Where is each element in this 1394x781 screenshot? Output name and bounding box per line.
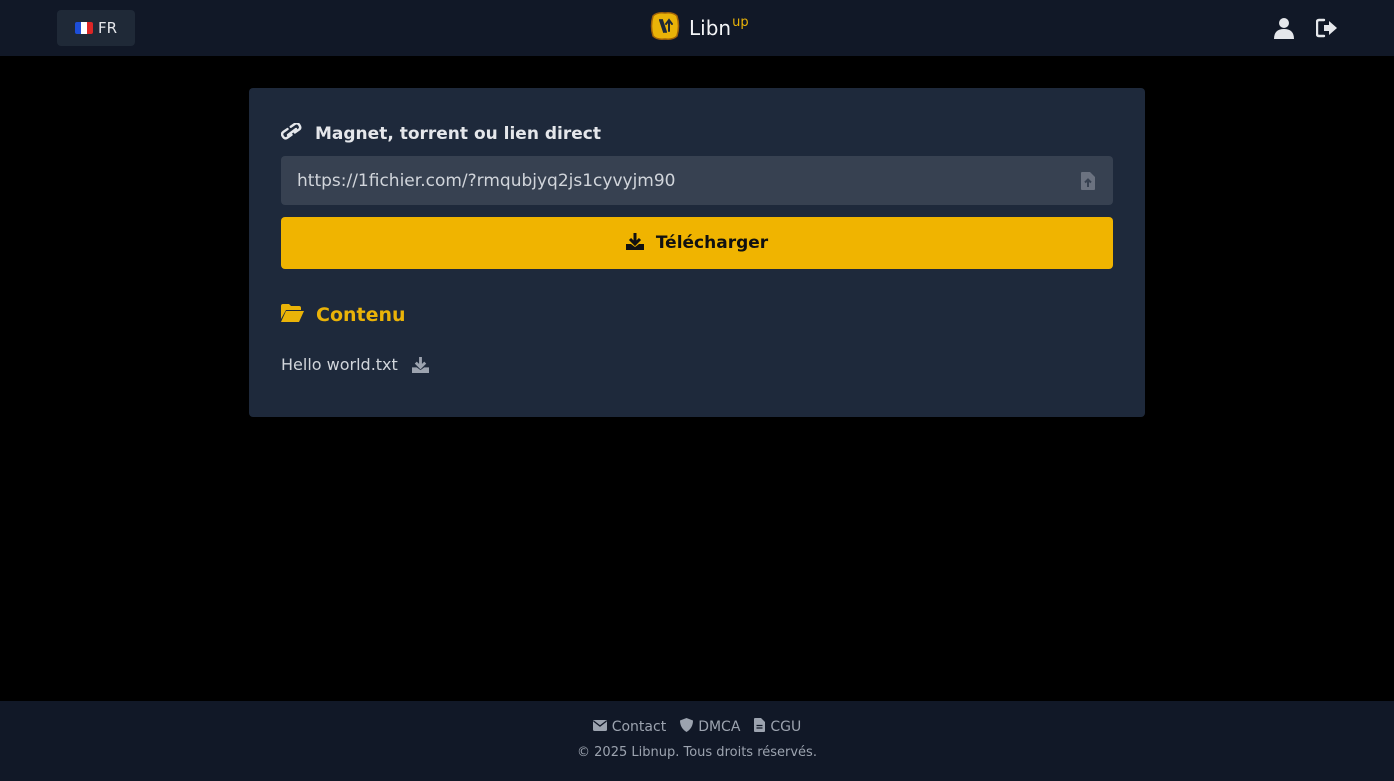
language-label: FR [97,19,118,37]
folder-open-icon [281,303,304,327]
brand-superscript: up [732,15,749,30]
download-icon [625,232,644,255]
download-card: Magnet, torrent ou lien direct Télécharg… [249,88,1145,417]
language-selector-button[interactable]: FR [57,10,135,46]
logout-icon[interactable] [1315,16,1339,40]
footer-link-contact[interactable]: Contact [592,717,667,737]
file-name: Hello world.txt [281,354,398,374]
list-item: Hello world.txt [281,352,429,376]
top-navbar: FR Libnup [0,0,1394,56]
link-icon [280,121,303,146]
logo-icon [649,10,681,46]
page-footer: Contact DMCA CGU © 2025 Libnup. Tous dro… [0,701,1394,781]
france-flag-icon [74,22,93,34]
download-button-label: Télécharger [655,233,769,253]
footer-link-cgu[interactable]: CGU [754,717,801,737]
envelope-icon [592,719,607,735]
content-section-title: Contenu [281,302,406,328]
brand-name: Libnup [689,15,749,40]
copyright-text: © 2025 Libnup. Tous droits réservés. [577,745,817,760]
url-input-wrapper[interactable] [281,156,1113,205]
shield-icon [680,718,694,736]
url-field-label: Magnet, torrent ou lien direct [280,121,601,146]
download-button[interactable]: Télécharger [281,217,1113,269]
file-download-icon[interactable] [411,356,429,373]
footer-link-label: Contact [611,719,667,735]
footer-link-label: DMCA [698,719,741,735]
brand-logo-link[interactable]: Libnup [649,11,749,45]
user-icon[interactable] [1272,16,1296,40]
document-icon [754,718,766,736]
file-upload-icon[interactable] [1079,171,1097,190]
footer-link-label: CGU [770,719,802,735]
footer-links: Contact DMCA CGU [0,717,1394,737]
content-section-title-text: Contenu [316,304,406,326]
url-input[interactable] [297,170,1079,191]
footer-link-dmca[interactable]: DMCA [680,717,740,737]
url-field-label-text: Magnet, torrent ou lien direct [315,124,601,144]
